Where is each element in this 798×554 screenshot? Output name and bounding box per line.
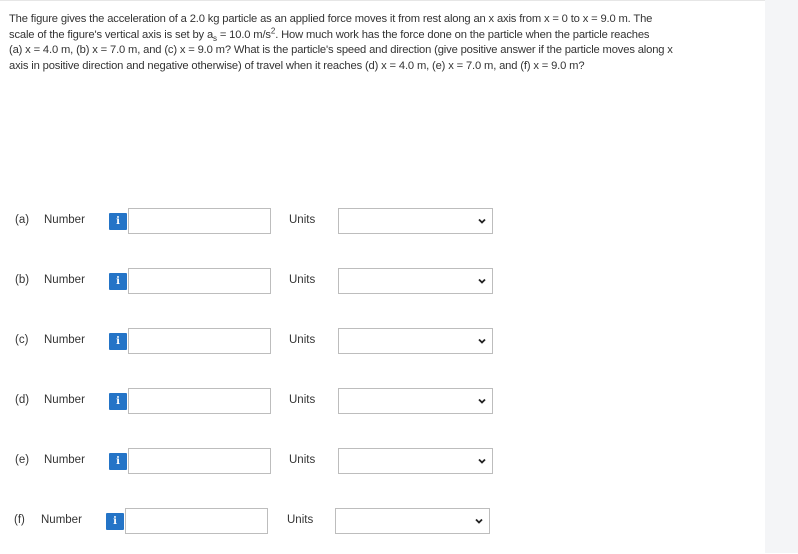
info-icon[interactable]: i (109, 213, 127, 230)
info-icon[interactable]: i (109, 393, 127, 410)
question-text: The figure gives the acceleration of a 2… (9, 12, 757, 74)
chevron-down-icon (478, 398, 486, 404)
question-line-1: The figure gives the acceleration of a 2… (9, 13, 653, 25)
units-select[interactable] (338, 388, 493, 414)
info-icon[interactable]: i (106, 513, 124, 530)
number-label: Number (44, 274, 85, 286)
chevron-down-icon (478, 458, 486, 464)
answer-row-a: (a) Number i Units (0, 208, 520, 236)
number-input[interactable] (128, 448, 271, 474)
part-label: (f) (14, 514, 25, 526)
units-select[interactable] (338, 208, 493, 234)
info-icon[interactable]: i (109, 273, 127, 290)
question-line-2-start: scale of the figure's vertical axis is s… (9, 28, 214, 41)
part-label: (a) (15, 214, 30, 226)
info-icon[interactable]: i (109, 333, 127, 350)
units-label: Units (289, 274, 316, 286)
info-icon[interactable]: i (109, 453, 127, 470)
part-label: (b) (15, 274, 30, 286)
units-label: Units (287, 514, 314, 526)
units-select[interactable] (338, 328, 493, 354)
question-line-2-value: = 10.0 m/s (216, 28, 271, 41)
question-panel: The figure gives the acceleration of a 2… (0, 0, 765, 554)
number-input[interactable] (125, 508, 268, 534)
chevron-down-icon (478, 218, 486, 224)
units-select[interactable] (335, 508, 490, 534)
number-input[interactable] (128, 328, 271, 354)
answer-row-d: (d) Number i Units (0, 388, 520, 416)
number-label: Number (44, 334, 85, 346)
part-label: (d) (15, 394, 30, 406)
units-label: Units (289, 454, 316, 466)
answer-row-b: (b) Number i Units (0, 268, 520, 296)
part-label: (e) (15, 454, 30, 466)
units-select[interactable] (338, 268, 493, 294)
answer-row-c: (c) Number i Units (0, 328, 520, 356)
question-line-2: scale of the figure's vertical axis is s… (9, 26, 757, 44)
answer-row-f: (f) Number i Units (0, 508, 520, 536)
chevron-down-icon (475, 518, 483, 524)
question-line-4: axis in positive direction and negative … (9, 59, 585, 72)
number-label: Number (44, 454, 85, 466)
chevron-down-icon (478, 338, 486, 344)
number-label: Number (44, 214, 85, 226)
number-label: Number (41, 514, 82, 526)
number-input[interactable] (128, 208, 271, 234)
number-input[interactable] (128, 388, 271, 414)
chevron-down-icon (478, 278, 486, 284)
number-label: Number (44, 394, 85, 406)
answer-row-e: (e) Number i Units (0, 448, 520, 476)
units-label: Units (289, 214, 316, 226)
page-margin (765, 0, 798, 553)
question-line-3: (a) x = 4.0 m, (b) x = 7.0 m, and (c) x … (9, 44, 673, 57)
units-label: Units (289, 394, 316, 406)
units-select[interactable] (338, 448, 493, 474)
part-label: (c) (15, 334, 29, 346)
question-line-2-end: . How much work has the force done on th… (275, 28, 650, 41)
units-label: Units (289, 334, 316, 346)
number-input[interactable] (128, 268, 271, 294)
